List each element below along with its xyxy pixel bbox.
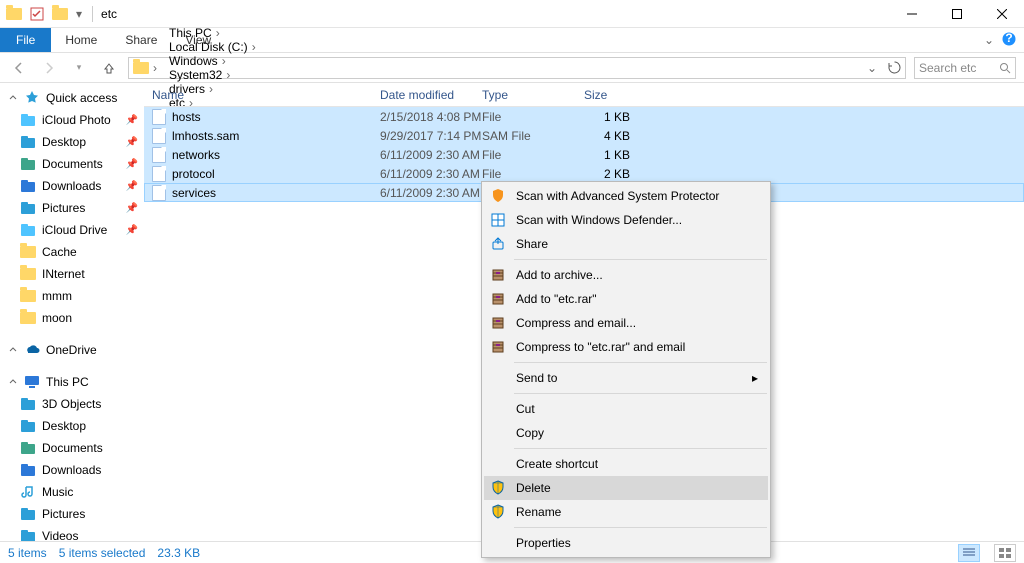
tab-share[interactable]: Share <box>111 28 171 52</box>
breadcrumb-segment[interactable]: Local Disk (C:)› <box>165 40 264 54</box>
menu-item[interactable]: Compress to "etc.rar" and email <box>484 335 768 359</box>
tree-node[interactable]: Downloads <box>0 459 144 481</box>
tree-node[interactable]: Quick access <box>0 87 144 109</box>
tree-node[interactable]: Desktop <box>0 415 144 437</box>
column-header-type[interactable]: Type <box>474 88 576 102</box>
maximize-button[interactable] <box>934 0 979 28</box>
properties-qat-icon[interactable] <box>30 7 44 21</box>
menu-item[interactable]: Send to▸ <box>484 366 768 390</box>
tree-node[interactable]: Desktop📌 <box>0 131 144 153</box>
tree-node[interactable]: mmm <box>0 285 144 307</box>
menu-item[interactable]: Share <box>484 232 768 256</box>
file-tab[interactable]: File <box>0 28 51 52</box>
menu-item[interactable]: Compress and email... <box>484 311 768 335</box>
recent-locations-button[interactable]: ▾ <box>68 57 90 79</box>
search-icon <box>999 62 1011 74</box>
column-header-name[interactable]: Name <box>144 88 372 102</box>
tree-node[interactable]: iCloud Photo📌 <box>0 109 144 131</box>
tree-node[interactable]: Pictures <box>0 503 144 525</box>
file-row[interactable]: networks6/11/2009 2:30 AMFile1 KB <box>144 145 1024 164</box>
menu-separator <box>514 527 767 528</box>
qat-dropdown-icon[interactable]: ▾ <box>76 7 82 21</box>
column-header-date[interactable]: Date modified <box>372 88 474 102</box>
ribbon-expand-icon[interactable]: ⌄ <box>984 33 994 47</box>
menu-item[interactable]: Scan with Windows Defender... <box>484 208 768 232</box>
menu-item[interactable]: Add to "etc.rar" <box>484 287 768 311</box>
svg-text:?: ? <box>1005 32 1012 45</box>
window-title: etc <box>101 7 117 21</box>
navigation-pane[interactable]: Quick accessiCloud Photo📌Desktop📌Documen… <box>0 83 144 541</box>
tab-home[interactable]: Home <box>51 28 111 52</box>
address-bar: ▾ › This PC›Local Disk (C:)›Windows›Syst… <box>0 53 1024 83</box>
menu-item[interactable]: Rename <box>484 500 768 524</box>
folder-icon <box>6 8 22 20</box>
search-input[interactable]: Search etc <box>914 57 1016 79</box>
status-selection-size: 23.3 KB <box>157 546 200 560</box>
tree-node[interactable]: iCloud Drive📌 <box>0 219 144 241</box>
refresh-button[interactable] <box>883 61 905 75</box>
new-folder-qat-icon[interactable] <box>52 8 68 20</box>
menu-separator <box>514 448 767 449</box>
minimize-button[interactable] <box>889 0 934 28</box>
help-icon[interactable]: ? <box>1002 32 1016 49</box>
breadcrumb[interactable]: › This PC›Local Disk (C:)›Windows›System… <box>128 57 906 79</box>
tree-node[interactable]: Music <box>0 481 144 503</box>
menu-item[interactable]: Copy <box>484 421 768 445</box>
menu-item[interactable]: Properties <box>484 531 768 555</box>
breadcrumb-root-icon[interactable]: › <box>129 61 165 75</box>
ribbon: File Home Share View ⌄ ? <box>0 28 1024 53</box>
address-dropdown-icon[interactable]: ⌄ <box>861 61 883 75</box>
tree-node[interactable]: Pictures📌 <box>0 197 144 219</box>
tree-node[interactable]: OneDrive <box>0 339 144 361</box>
column-header-size[interactable]: Size <box>576 88 644 102</box>
breadcrumb-segment[interactable]: Windows› <box>165 54 264 68</box>
large-icons-view-button[interactable] <box>994 544 1016 562</box>
search-placeholder: Search etc <box>919 61 993 75</box>
tree-node[interactable]: Cache <box>0 241 144 263</box>
breadcrumb-segment[interactable]: System32› <box>165 68 264 82</box>
tree-node[interactable]: Videos <box>0 525 144 541</box>
file-row[interactable]: hosts2/15/2018 4:08 PMFile1 KB <box>144 107 1024 126</box>
menu-item[interactable]: Delete <box>484 476 768 500</box>
menu-separator <box>514 362 767 363</box>
menu-item[interactable]: Create shortcut <box>484 452 768 476</box>
tree-node[interactable]: This PC <box>0 371 144 393</box>
tree-node[interactable]: INternet <box>0 263 144 285</box>
menu-item[interactable]: Cut <box>484 397 768 421</box>
menu-item[interactable]: Add to archive... <box>484 263 768 287</box>
menu-item[interactable]: Scan with Advanced System Protector <box>484 184 768 208</box>
status-item-count: 5 items <box>8 546 47 560</box>
menu-separator <box>514 393 767 394</box>
breadcrumb-segment[interactable]: This PC› <box>165 26 264 40</box>
tree-node[interactable]: Documents <box>0 437 144 459</box>
tree-node[interactable]: 3D Objects <box>0 393 144 415</box>
context-menu: Scan with Advanced System ProtectorScan … <box>481 181 771 558</box>
menu-separator <box>514 259 767 260</box>
details-view-button[interactable] <box>958 544 980 562</box>
back-button[interactable] <box>8 57 30 79</box>
file-row[interactable]: lmhosts.sam9/29/2017 7:14 PMSAM File4 KB <box>144 126 1024 145</box>
tree-node[interactable]: Downloads📌 <box>0 175 144 197</box>
status-selected-count: 5 items selected <box>59 546 146 560</box>
title-bar: ▾ etc <box>0 0 1024 28</box>
forward-button[interactable] <box>38 57 60 79</box>
tree-node[interactable]: moon <box>0 307 144 329</box>
column-headers[interactable]: Name Date modified Type Size <box>144 83 1024 107</box>
title-separator <box>92 6 93 22</box>
close-button[interactable] <box>979 0 1024 28</box>
up-button[interactable] <box>98 57 120 79</box>
tree-node[interactable]: Documents📌 <box>0 153 144 175</box>
